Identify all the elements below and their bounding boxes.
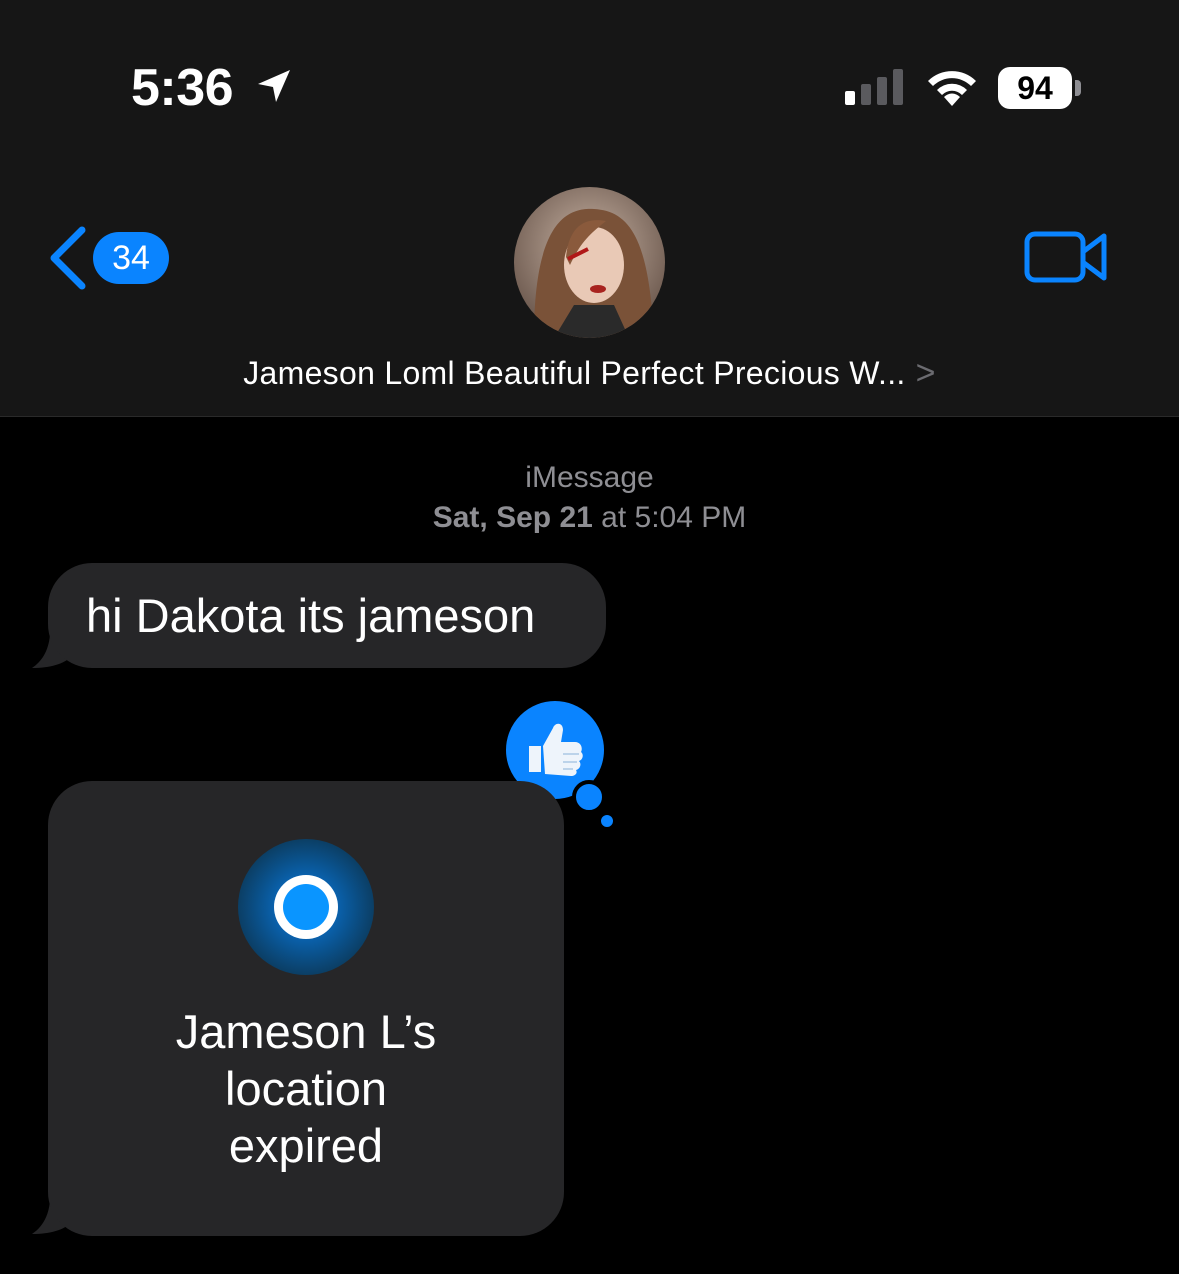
avatar-photo [514, 187, 665, 338]
location-pin-icon [238, 839, 374, 975]
service-label: iMessage [525, 461, 654, 494]
contact-name[interactable]: Jameson Loml Beautiful Perfect Precious … [0, 354, 1179, 393]
conversation-header: 5:36 94 34 Jameson Loml Beautiful Perfec… [0, 0, 1179, 417]
status-time: 5:36 [131, 59, 234, 117]
chevron-left-icon [50, 226, 86, 290]
contact-avatar[interactable] [514, 187, 665, 338]
timestamp-time: 5:04 PM [634, 501, 747, 534]
location-status-text: Jameson L’s location expired [175, 1005, 437, 1172]
timestamp-date: Sat, Sep 21 [432, 501, 593, 534]
timestamp-at: at [601, 501, 627, 534]
tapback-tail-dot [598, 812, 616, 830]
location-arrow-icon [258, 70, 290, 102]
unread-count-badge: 34 [93, 232, 169, 284]
message-bubble[interactable]: hi Dakota its jameson [48, 563, 606, 668]
thread-meta: iMessage Sat, Sep 21 at 5:04 PM [0, 458, 1179, 538]
thumbs-up-icon [529, 723, 583, 776]
contact-name-text: Jameson Loml Beautiful Perfect Precious … [243, 355, 906, 391]
thread-timestamp: Sat, Sep 21 at 5:04 PM [0, 498, 1179, 538]
video-call-icon[interactable] [1024, 228, 1110, 286]
back-button[interactable]: 34 [46, 224, 176, 292]
battery-level: 94 [998, 67, 1072, 109]
tapback-tail [572, 780, 606, 814]
chevron-right-icon: > [915, 354, 936, 392]
cellular-signal-icon [845, 69, 903, 105]
wifi-icon [928, 71, 976, 106]
battery-nub [1075, 80, 1081, 96]
message-text: hi Dakota its jameson [86, 589, 536, 642]
location-message-bubble[interactable]: Jameson L’s location expired [48, 781, 564, 1236]
